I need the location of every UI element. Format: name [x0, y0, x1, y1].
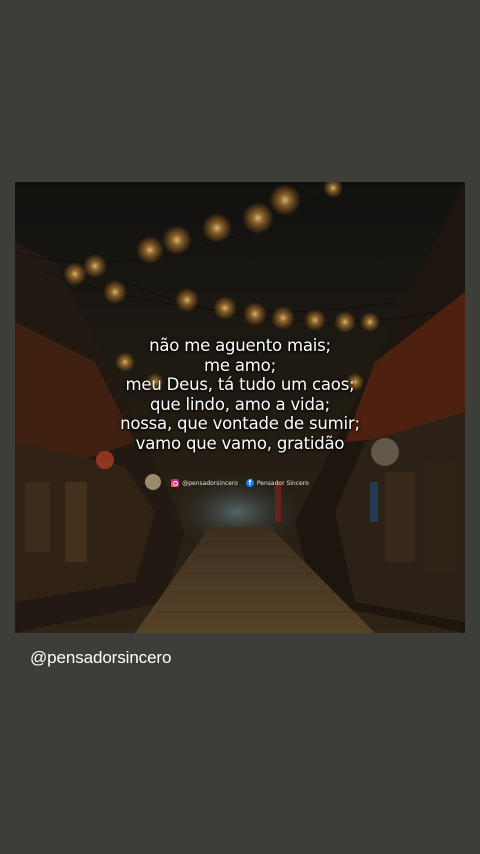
quote-line: vamo que vamo, gratidão	[135, 433, 345, 453]
author-handle[interactable]: @pensadorsincero	[30, 648, 171, 668]
quote-line: que lindo, amo a vida;	[150, 394, 330, 414]
quote-line: meu Deus, tá tudo um caos;	[125, 375, 355, 394]
instagram-credit: @pensadorsincero	[171, 479, 238, 487]
quote-text: não me aguento mais; me amo; meu Deus, t…	[15, 336, 465, 453]
instagram-icon	[171, 479, 180, 487]
image-credits: @pensadorsincero f Pensador Sincero	[15, 479, 465, 487]
facebook-icon: f	[245, 479, 254, 487]
post-image[interactable]: não me aguento mais; me amo; meu Deus, t…	[15, 182, 465, 633]
facebook-credit: f Pensador Sincero	[245, 479, 309, 487]
quote-line: não me aguento mais;	[149, 336, 331, 355]
quote-line: nossa, que vontade de sumir;	[120, 414, 360, 433]
facebook-credit-text: Pensador Sincero	[256, 479, 309, 487]
instagram-credit-text: @pensadorsincero	[182, 479, 238, 487]
quote-line: me amo;	[204, 355, 276, 375]
